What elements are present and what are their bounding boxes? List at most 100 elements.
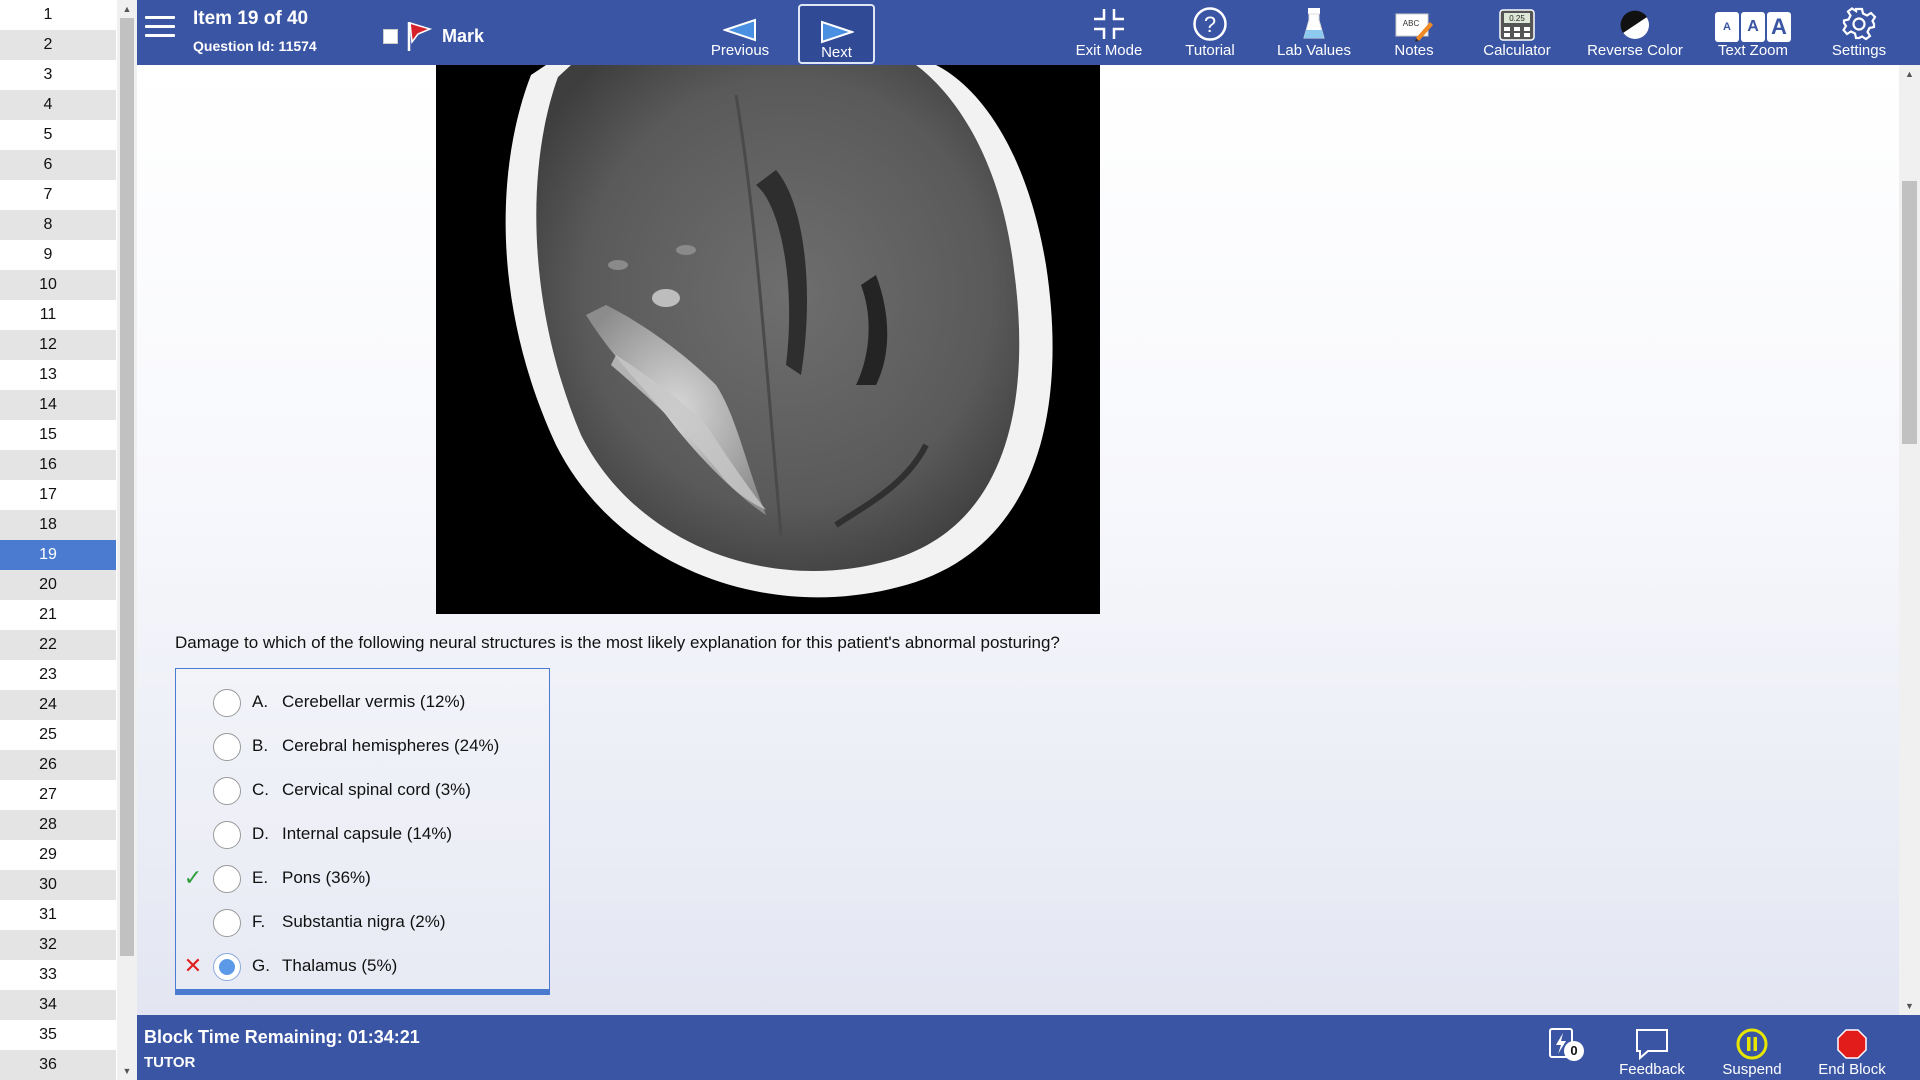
mode-label: TUTOR: [144, 1054, 196, 1071]
question-circle-icon: ?: [1193, 7, 1227, 41]
nav-item-23[interactable]: 23: [0, 660, 116, 690]
nav-item-31[interactable]: 31: [0, 900, 116, 930]
answer-choice-g[interactable]: ✕ G. Thalamus (5%): [176, 943, 549, 987]
nav-item-3[interactable]: 3: [0, 60, 116, 90]
nav-item-32[interactable]: 32: [0, 930, 116, 960]
flash-cards-button[interactable]: 0: [1537, 1025, 1587, 1061]
nav-item-14[interactable]: 14: [0, 390, 116, 420]
nav-item-36[interactable]: 36: [0, 1050, 116, 1080]
answer-radio[interactable]: [213, 865, 241, 893]
scroll-up-arrow[interactable]: ▲: [117, 0, 137, 18]
answer-radio[interactable]: [213, 777, 241, 805]
answer-choices: A. Cerebellar vermis (12%) B. Cerebral hemi…: [175, 668, 550, 995]
choice-letter: B.: [252, 736, 269, 755]
nav-item-11[interactable]: 11: [0, 300, 116, 330]
nav-item-20[interactable]: 20: [0, 570, 116, 600]
previous-button[interactable]: Previous: [700, 0, 780, 65]
hamburger-menu-icon: [145, 16, 175, 19]
nav-item-6[interactable]: 6: [0, 150, 116, 180]
answer-radio[interactable]: [213, 689, 241, 717]
answer-choice-e[interactable]: ✓ E. Pons (36%): [176, 855, 549, 899]
nav-item-35[interactable]: 35: [0, 1020, 116, 1050]
feedback-button[interactable]: Feedback: [1612, 1025, 1692, 1078]
nav-item-19[interactable]: 19: [0, 540, 116, 570]
pause-circle-icon: [1736, 1028, 1768, 1060]
end-block-button[interactable]: End Block: [1812, 1025, 1892, 1078]
nav-item-26[interactable]: 26: [0, 750, 116, 780]
mark-checkbox[interactable]: [383, 28, 398, 44]
nav-item-30[interactable]: 30: [0, 870, 116, 900]
nav-item-27[interactable]: 27: [0, 780, 116, 810]
choice-text: Substantia nigra (2%): [282, 912, 446, 931]
nav-item-22[interactable]: 22: [0, 630, 116, 660]
nav-item-25[interactable]: 25: [0, 720, 116, 750]
answer-radio[interactable]: [213, 733, 241, 761]
content-scroll-thumb[interactable]: [1902, 181, 1917, 444]
gear-icon: [1842, 7, 1877, 41]
calculator-label: Calculator: [1483, 42, 1551, 59]
choice-text: Cerebral hemispheres (24%): [282, 736, 500, 755]
answer-radio[interactable]: [213, 953, 241, 981]
nav-item-34[interactable]: 34: [0, 990, 116, 1020]
menu-button[interactable]: [145, 16, 175, 42]
nav-item-33[interactable]: 33: [0, 960, 116, 990]
nav-item-8[interactable]: 8: [0, 210, 116, 240]
nav-item-2[interactable]: 2: [0, 30, 116, 60]
lab-values-button[interactable]: Lab Values: [1269, 0, 1359, 65]
nav-item-7[interactable]: 7: [0, 180, 116, 210]
scroll-down-arrow[interactable]: ▼: [117, 1062, 137, 1080]
choice-letter: F.: [252, 912, 266, 931]
notes-label: Notes: [1394, 42, 1434, 59]
exit-mode-label: Exit Mode: [1075, 42, 1143, 59]
notes-button[interactable]: ABC Notes: [1374, 0, 1454, 65]
nav-item-24[interactable]: 24: [0, 690, 116, 720]
nav-item-10[interactable]: 10: [0, 270, 116, 300]
nav-item-21[interactable]: 21: [0, 600, 116, 630]
nav-item-1[interactable]: 1: [0, 0, 116, 30]
flask-icon: [1303, 8, 1325, 39]
nav-item-29[interactable]: 29: [0, 840, 116, 870]
answer-radio[interactable]: [213, 909, 241, 937]
navigator-scroll-thumb[interactable]: [120, 18, 134, 956]
choice-letter: A.: [252, 692, 269, 711]
nav-item-4[interactable]: 4: [0, 90, 116, 120]
nav-item-16[interactable]: 16: [0, 450, 116, 480]
answer-choice-c[interactable]: C. Cervical spinal cord (3%): [176, 767, 549, 811]
nav-item-9[interactable]: 9: [0, 240, 116, 270]
settings-button[interactable]: Settings: [1819, 0, 1899, 65]
suspend-button[interactable]: Suspend: [1712, 1025, 1792, 1078]
flash-cards-count: 0: [1564, 1041, 1584, 1061]
answer-choice-d[interactable]: D. Internal capsule (14%): [176, 811, 549, 855]
nav-item-13[interactable]: 13: [0, 360, 116, 390]
content-scroll-down-arrow[interactable]: ▼: [1899, 997, 1920, 1015]
content-scrollbar[interactable]: ▲ ▼: [1899, 65, 1920, 1015]
choice-letter: C.: [252, 780, 269, 799]
text-zoom-button[interactable]: A A A Text Zoom: [1711, 0, 1795, 65]
next-button[interactable]: Next: [798, 4, 875, 64]
nav-item-12[interactable]: 12: [0, 330, 116, 360]
content-scroll-up-arrow[interactable]: ▲: [1899, 65, 1920, 83]
exit-mode-button[interactable]: Exit Mode: [1069, 0, 1149, 65]
tutorial-button[interactable]: ? Tutorial: [1170, 0, 1250, 65]
block-time-remaining: Block Time Remaining: 01:34:21: [144, 1027, 420, 1047]
mark-control[interactable]: Mark: [383, 20, 484, 52]
svg-text:0.25: 0.25: [1509, 14, 1525, 23]
nav-item-15[interactable]: 15: [0, 420, 116, 450]
question-id: Question Id: 11574: [193, 38, 317, 54]
answer-choice-f[interactable]: F. Substantia nigra (2%): [176, 899, 549, 943]
nav-item-28[interactable]: 28: [0, 810, 116, 840]
answer-choice-a[interactable]: A. Cerebellar vermis (12%): [176, 679, 549, 723]
nav-item-5[interactable]: 5: [0, 120, 116, 150]
red-flag-icon: [407, 21, 432, 51]
answer-choice-b[interactable]: B. Cerebral hemispheres (24%): [176, 723, 549, 767]
navigator-scrollbar[interactable]: ▲ ▼: [117, 0, 137, 1080]
choice-text: Pons (36%): [282, 868, 371, 887]
choice-letter: G.: [252, 956, 270, 975]
nav-item-18[interactable]: 18: [0, 510, 116, 540]
reverse-color-button[interactable]: Reverse Color: [1579, 0, 1691, 65]
choice-text: Internal capsule (14%): [282, 824, 453, 843]
calculator-button[interactable]: 0.25 Calculator: [1472, 0, 1562, 65]
nav-item-17[interactable]: 17: [0, 480, 116, 510]
answer-radio[interactable]: [213, 821, 241, 849]
status-mark-empty: [182, 691, 204, 713]
